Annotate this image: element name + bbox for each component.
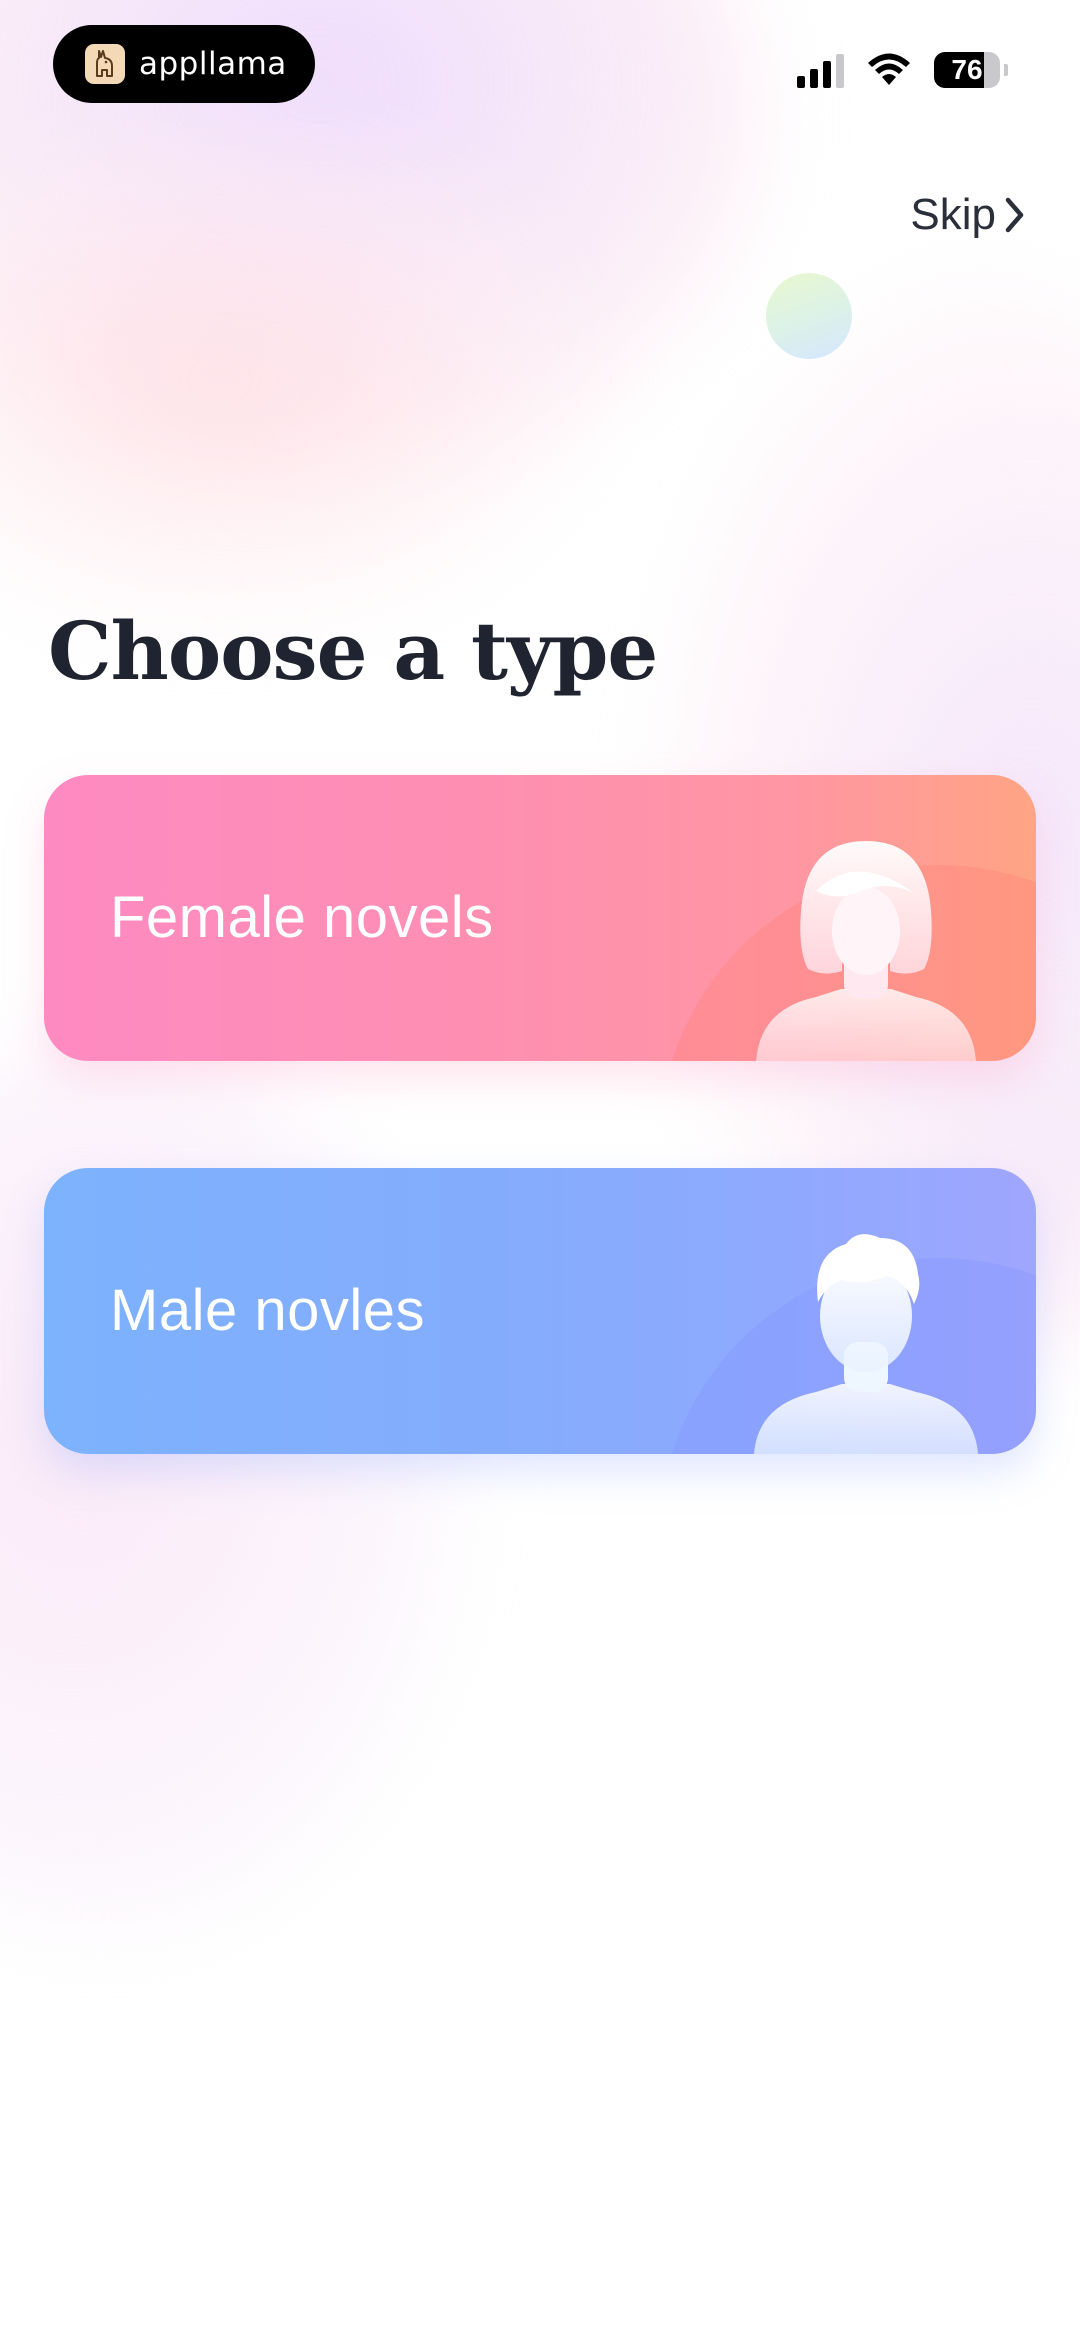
female-avatar-icon: [756, 841, 976, 1061]
battery-cap: [1004, 64, 1008, 76]
female-novels-card[interactable]: Female novels: [44, 775, 1036, 1061]
cellular-signal-icon: [797, 52, 844, 88]
screen: appllama 76 Skip Choose a type Female no…: [0, 0, 1080, 2337]
background-blob: [0, 120, 600, 640]
page-title: Choose a type: [48, 604, 658, 698]
wifi-icon: [868, 53, 910, 85]
card-label: Male novles: [110, 1278, 425, 1343]
skip-button[interactable]: Skip: [910, 190, 1026, 240]
male-avatar-icon: [754, 1234, 978, 1454]
battery-percent: 76: [951, 54, 983, 85]
male-novels-card[interactable]: Male novles: [44, 1168, 1036, 1454]
app-badge[interactable]: appllama: [53, 25, 315, 103]
app-name: appllama: [139, 46, 287, 82]
skip-label: Skip: [910, 190, 996, 239]
decorative-orb: [766, 273, 852, 359]
status-icons: 76: [797, 48, 1008, 92]
chevron-right-icon: [1005, 197, 1024, 233]
battery-indicator: 76: [934, 52, 1000, 88]
card-label: Female novels: [110, 885, 494, 950]
llama-logo-icon: [85, 44, 125, 84]
